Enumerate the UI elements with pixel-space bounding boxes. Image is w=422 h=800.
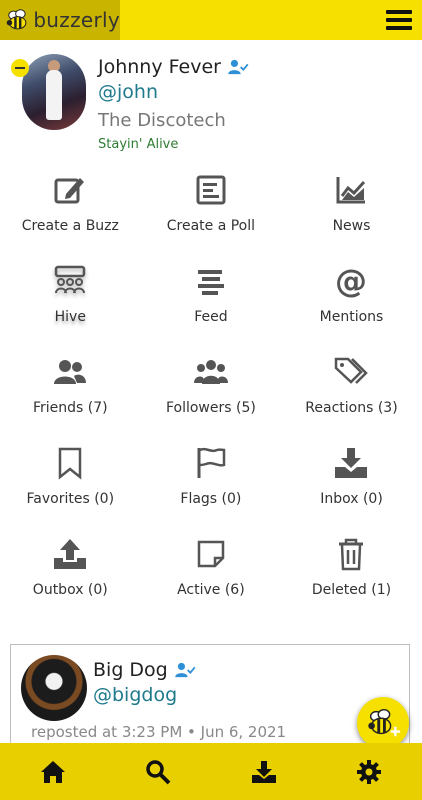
poll-icon: [196, 175, 226, 205]
avatar[interactable]: [22, 54, 86, 130]
remove-status-button[interactable]: [11, 59, 29, 77]
post-avatar[interactable]: [21, 655, 87, 721]
flag-icon: [197, 447, 226, 478]
edit-icon: [54, 178, 85, 204]
create-buzz-button[interactable]: Create a Buzz: [0, 167, 141, 258]
menu-row: Create a Buzz Create a Poll News: [0, 167, 422, 258]
minus-icon: [15, 67, 25, 69]
hamburger-menu-button[interactable]: [386, 7, 412, 33]
bottom-nav: [0, 743, 422, 800]
inbox-button[interactable]: Inbox (0): [281, 440, 422, 531]
profile-venue: The Discotech: [98, 110, 226, 131]
menu-label: Favorites (0): [26, 491, 115, 507]
menu-label: Deleted (1): [311, 582, 392, 598]
menu-row: Outbox (0) Active (6) Deleted (1): [0, 531, 422, 622]
followers-button[interactable]: Followers (5): [141, 349, 282, 440]
bookmark-icon: [59, 447, 82, 480]
favorites-button[interactable]: Favorites (0): [0, 440, 141, 531]
menu-grid: Create a Buzz Create a Poll News Hive Fe…: [0, 167, 422, 622]
deleted-button[interactable]: Deleted (1): [281, 531, 422, 622]
top-bar: buzzerly: [0, 0, 422, 40]
menu-label: Outbox (0): [32, 582, 108, 598]
menu-row: Hive Feed @ Mentions: [0, 258, 422, 349]
trash-icon: [339, 538, 364, 571]
nav-settings-button[interactable]: [339, 743, 399, 800]
post-author-name: Big Dog: [93, 659, 168, 681]
inbox-icon: [335, 448, 368, 478]
bee-plus-icon: [368, 708, 401, 737]
home-icon: [40, 760, 65, 783]
nav-search-button[interactable]: [128, 743, 188, 800]
at-icon: @: [335, 263, 367, 299]
news-button[interactable]: News: [281, 167, 422, 258]
nav-inbox-button[interactable]: [234, 743, 294, 800]
profile-name-row: Johnny Fever: [98, 56, 249, 78]
user-check-icon: [228, 59, 249, 75]
nav-home-button[interactable]: [23, 743, 83, 800]
profile-name: Johnny Fever: [98, 56, 221, 78]
active-button[interactable]: Active (6): [141, 531, 282, 622]
menu-label: Create a Poll: [166, 218, 256, 234]
brand-name: buzzerly: [33, 8, 120, 32]
gear-icon: [357, 759, 382, 784]
chart-icon: [336, 177, 366, 204]
profile-handle[interactable]: @john: [98, 81, 158, 103]
menu-label: Hive: [54, 309, 86, 325]
new-buzz-fab[interactable]: [357, 697, 409, 749]
menu-label: News: [332, 218, 371, 234]
svg-text:@: @: [335, 263, 367, 299]
menu-label: Mentions: [319, 309, 384, 325]
menu-label: Active (6): [177, 582, 245, 598]
tags-icon: [335, 357, 369, 384]
menu-label: Inbox (0): [320, 491, 383, 507]
hamburger-icon: [386, 10, 412, 14]
menu-row: Friends (7) Followers (5) Reactions (3): [0, 349, 422, 440]
bee-icon: [6, 9, 27, 30]
outbox-button[interactable]: Outbox (0): [0, 531, 141, 622]
menu-label: Friends (7): [32, 400, 108, 416]
search-icon: [146, 759, 171, 784]
menu-label: Flags (0): [180, 491, 242, 507]
feed-icon: [197, 270, 224, 295]
menu-label: Reactions (3): [305, 400, 398, 416]
menu-label: Create a Buzz: [21, 218, 119, 234]
profile-header: Johnny Fever @john The Discotech Stayin'…: [0, 40, 422, 160]
outbox-icon: [54, 539, 87, 569]
post-meta: reposted at 3:23 PM • Jun 6, 2021: [31, 723, 287, 741]
profile-song: Stayin' Alive: [98, 137, 179, 152]
post-author-row: Big Dog: [93, 659, 196, 681]
post-author-handle[interactable]: @bigdog: [93, 684, 177, 706]
friends-icon: [54, 360, 87, 384]
friends-button[interactable]: Friends (7): [0, 349, 141, 440]
user-check-icon: [174, 662, 196, 678]
menu-label: Followers (5): [165, 400, 256, 416]
note-icon: [197, 540, 225, 568]
reactions-button[interactable]: Reactions (3): [281, 349, 422, 440]
flags-button[interactable]: Flags (0): [141, 440, 282, 531]
menu-label: Feed: [194, 309, 228, 325]
mentions-button[interactable]: @ Mentions: [281, 258, 422, 349]
download-icon: [251, 760, 276, 783]
app-logo[interactable]: buzzerly: [0, 0, 120, 40]
feed-button[interactable]: Feed: [141, 258, 282, 349]
hive-button[interactable]: Hive: [0, 258, 141, 349]
create-poll-button[interactable]: Create a Poll: [141, 167, 282, 258]
followers-icon: [193, 360, 228, 384]
post-card[interactable]: Big Dog @bigdog reposted at 3:23 PM • Ju…: [10, 644, 410, 756]
menu-row: Favorites (0) Flags (0) Inbox (0): [0, 440, 422, 531]
hive-icon: [55, 265, 86, 294]
